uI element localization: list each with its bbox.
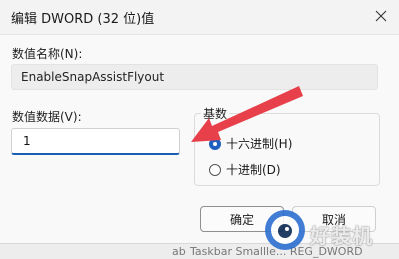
background-row-icon-text: ab xyxy=(172,245,186,258)
close-icon xyxy=(375,10,387,22)
radio-hex[interactable]: 十六进制(H) xyxy=(209,135,292,152)
base-label: 基数 xyxy=(201,105,230,122)
close-button[interactable] xyxy=(369,5,393,27)
radio-unselected-icon xyxy=(209,163,221,176)
value-data-label: 数值数据(V): xyxy=(12,110,82,124)
radio-decimal-label: 十进制(D) xyxy=(226,163,281,177)
title-bar: 编辑 DWORD (32 位)值 xyxy=(0,0,399,34)
window-title: 编辑 DWORD (32 位)值 xyxy=(11,12,155,27)
watermark-text: 好装机 xyxy=(310,224,373,248)
watermark-logo-icon xyxy=(265,210,305,250)
value-name-label: 数值名称(N): xyxy=(12,47,83,61)
value-name-field[interactable]: EnableSnapAssistFlyout xyxy=(11,64,378,90)
radio-selected-icon xyxy=(209,137,221,150)
value-data-input[interactable] xyxy=(11,128,180,155)
watermark: 好装机 xyxy=(263,206,391,254)
radio-hex-label: 十六进制(H) xyxy=(226,137,293,151)
radio-decimal[interactable]: 十进制(D) xyxy=(209,161,281,178)
